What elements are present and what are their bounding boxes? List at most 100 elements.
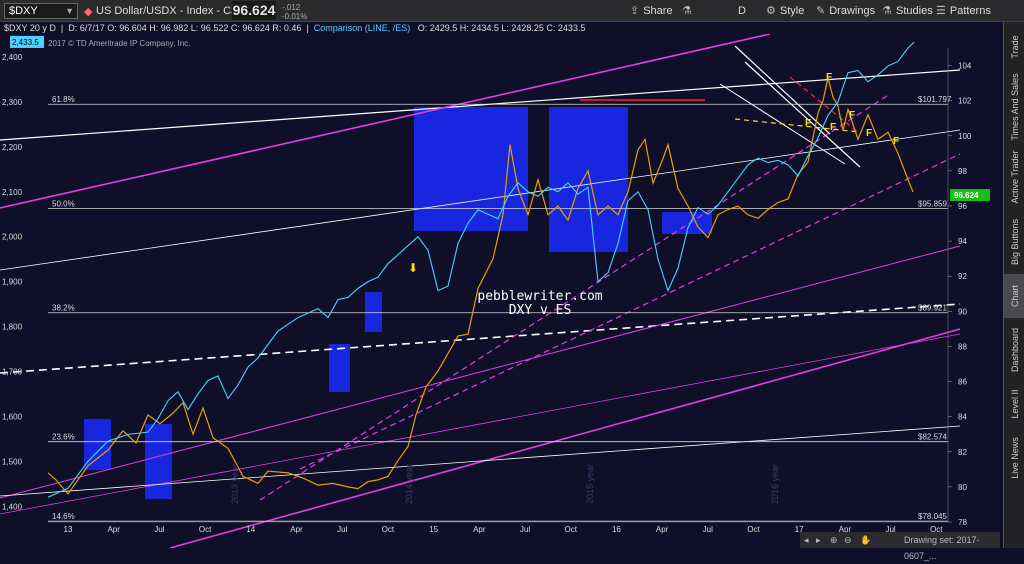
nav-right-icon[interactable]: ▸ xyxy=(816,532,821,548)
right-sidebar: Trade Times And Sales Active Trader Big … xyxy=(1003,22,1024,548)
share-button[interactable]: ⇪ Share xyxy=(630,3,673,19)
tab-active-trader[interactable]: Active Trader xyxy=(1004,144,1024,210)
price-change-pct: -0.01% xyxy=(282,12,308,21)
year-label: 2013 year xyxy=(230,464,240,504)
f-label: F xyxy=(830,122,836,133)
share-icon: ⇪ xyxy=(630,5,640,17)
studies-button[interactable]: Studies xyxy=(896,3,933,19)
tab-chart[interactable]: Chart xyxy=(1004,274,1024,318)
zoom-icon[interactable]: ⊕ xyxy=(830,532,838,548)
fib-value-label: $95.859 xyxy=(918,199,947,208)
right-axis-label: 86 xyxy=(958,378,967,387)
left-axis-label: 1,800 xyxy=(2,323,23,332)
top-toolbar: $DXY ▼ ◆ US Dollar/USDX - Index - Cash 96… xyxy=(0,0,1024,22)
flask-icon: ⚗ xyxy=(882,5,892,17)
drawing-set-label: Drawing set: 2017-0607_... xyxy=(904,535,980,561)
left-axis-label: 2,100 xyxy=(2,188,23,197)
info-bar: $DXY 20 y D | D: 6/7/17 O: 96.604 H: 96.… xyxy=(0,22,1000,34)
x-axis-label: Jul xyxy=(337,525,347,534)
fib-value-label: $78.045 xyxy=(918,512,947,521)
f-label: F xyxy=(866,128,872,139)
last-price: 96.624 xyxy=(232,1,276,20)
period-button[interactable]: D xyxy=(738,3,746,19)
tab-trade[interactable]: Trade xyxy=(1004,22,1024,72)
tab-big-buttons[interactable]: Big Buttons xyxy=(1004,214,1024,270)
x-axis-label: Apr xyxy=(290,525,303,534)
f-label: F xyxy=(893,136,899,147)
status-bar: ◂ ▸ ⊕ ⊖ ✋ Drawing set: 2017-0607_... xyxy=(800,532,1000,561)
highlight-box xyxy=(145,424,172,499)
f-label: F xyxy=(826,72,832,83)
x-axis-label: Jul xyxy=(154,525,164,534)
price-tag-text: 96.624 xyxy=(954,191,979,200)
style-button[interactable]: ⚙ Style xyxy=(766,3,804,19)
fib-value-label: $89.921 xyxy=(918,304,947,313)
chart-svg[interactable]: 2017 © TD Ameritrade IP Company, Inc. 61… xyxy=(0,33,1000,549)
x-axis-label: Jul xyxy=(703,525,713,534)
right-axis-label: 100 xyxy=(958,132,972,141)
drawings-button[interactable]: ✎ Drawings xyxy=(816,3,875,19)
symbol-input[interactable]: $DXY ▼ xyxy=(4,3,78,19)
comparison-ohlc: O: 2429.5 H: 2434.5 L: 2428.25 C: 2433.5 xyxy=(417,23,586,33)
chart-area[interactable]: 2017 © TD Ameritrade IP Company, Inc. 61… xyxy=(0,33,1000,549)
highlight-box xyxy=(84,419,111,470)
x-axis-label: Apr xyxy=(473,525,486,534)
right-axis-label: 94 xyxy=(958,237,967,246)
f-label: F xyxy=(849,110,855,121)
f-label: F xyxy=(805,118,811,129)
pencil-icon: ✎ xyxy=(816,5,826,17)
x-axis-label: Apr xyxy=(107,525,120,534)
right-axis-label: 104 xyxy=(958,62,972,71)
symbol-value: $DXY xyxy=(9,5,38,17)
tab-times-and-sales[interactable]: Times And Sales xyxy=(1004,73,1024,140)
left-axis-label: 1,600 xyxy=(2,412,23,421)
right-axis-label: 92 xyxy=(958,272,967,281)
highlight-box xyxy=(329,344,350,392)
fib-pct-label: 38.2% xyxy=(52,304,75,313)
left-axis-label: 1,500 xyxy=(2,457,23,466)
year-label: 2014 year xyxy=(404,464,414,504)
year-label: 2015 year xyxy=(585,464,595,504)
x-axis-label: 13 xyxy=(64,525,73,534)
right-axis-label: 96 xyxy=(958,202,967,211)
highlight-box xyxy=(414,107,528,231)
x-axis-label: 14 xyxy=(246,525,255,534)
tab-level-ii[interactable]: Level II xyxy=(1004,382,1024,426)
symbol-description: US Dollar/USDX - Index - Cash xyxy=(96,5,249,17)
style-icon: ⚙ xyxy=(766,5,776,17)
left-axis-label: 1,900 xyxy=(2,278,23,287)
left-axis-label: 1,700 xyxy=(2,367,23,376)
ohlc-readout: D: 6/7/17 O: 96.604 H: 96.982 L: 96.522 … xyxy=(68,23,302,33)
fib-pct-label: 23.6% xyxy=(52,433,75,442)
compare-tag-text: 2,433.5 xyxy=(12,38,39,47)
watermark-text: pebblewriter.com xyxy=(477,289,602,304)
yellow-arrow-icon: ⬇ xyxy=(408,261,418,275)
x-axis-label: Oct xyxy=(747,525,760,534)
right-axis-label: 84 xyxy=(958,413,967,422)
hand-icon[interactable]: ✋ xyxy=(860,532,871,548)
flask-button[interactable]: ⚗ xyxy=(682,3,696,19)
x-axis-label: 15 xyxy=(429,525,438,534)
x-axis-label: 16 xyxy=(612,525,621,534)
fib-value-label: $82.574 xyxy=(918,433,947,442)
chart-title: $DXY 20 y D xyxy=(4,23,56,33)
highlight-box xyxy=(365,292,382,332)
flag-icon: ◆ xyxy=(84,6,93,18)
tab-live-news[interactable]: Live News xyxy=(1004,430,1024,486)
zoom-out-icon[interactable]: ⊖ xyxy=(844,532,852,548)
chevron-down-icon[interactable]: ▼ xyxy=(65,4,74,18)
right-axis-label: 80 xyxy=(958,483,967,492)
left-axis-label: 2,200 xyxy=(2,143,23,152)
right-axis-label: 88 xyxy=(958,342,967,351)
tab-dashboard[interactable]: Dashboard xyxy=(1004,322,1024,378)
copyright-text: 2017 © TD Ameritrade IP Company, Inc. xyxy=(48,39,190,48)
patterns-button[interactable]: ☰ Patterns xyxy=(936,3,991,19)
flask-button-2[interactable]: ⚗ xyxy=(882,3,896,19)
nav-left-icon[interactable]: ◂ xyxy=(804,532,809,548)
x-axis-label: Apr xyxy=(656,525,669,534)
left-axis-label: 2,300 xyxy=(2,98,23,107)
highlight-box xyxy=(549,107,628,252)
x-axis-label: Jul xyxy=(520,525,530,534)
year-label: 2016 year xyxy=(770,464,780,504)
price-change: -.012 xyxy=(282,3,301,12)
